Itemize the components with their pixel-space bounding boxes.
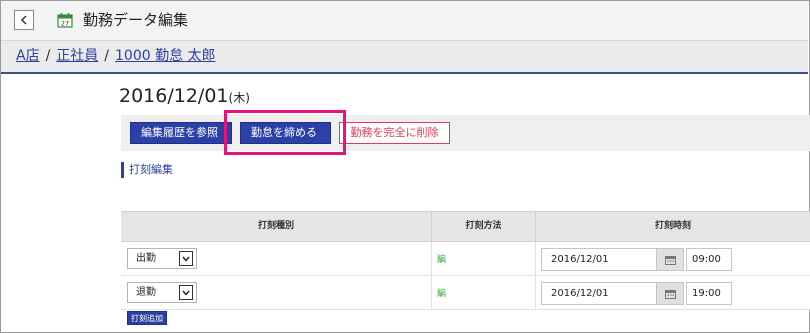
breadcrumb-separator: / xyxy=(104,48,110,64)
chevron-down-icon[interactable] xyxy=(179,251,193,266)
calendar-icon: 27 xyxy=(57,13,73,28)
column-divider xyxy=(535,276,536,309)
breadcrumb-separator: / xyxy=(45,48,51,64)
column-header-type: 打刻種別 xyxy=(121,212,432,241)
column-divider xyxy=(535,242,536,275)
app-header: 27 勤務データ編集 xyxy=(1,1,808,41)
stamp-time-input[interactable]: 19:00 xyxy=(686,282,732,305)
page-title: 勤務データ編集 xyxy=(83,11,189,29)
close-attendance-button[interactable]: 勤怠を締める xyxy=(240,122,331,144)
action-bar: 編集履歴を参照 勤怠を締める 勤務を完全に削除 xyxy=(121,115,810,151)
calendar-day: 27 xyxy=(61,19,69,27)
view-history-button[interactable]: 編集履歴を参照 xyxy=(130,122,232,144)
stamp-time-input[interactable]: 09:00 xyxy=(686,248,732,271)
stamp-type-value: 退勤 xyxy=(136,287,156,298)
chevron-left-icon xyxy=(20,15,27,25)
table-header: 打刻種別 打刻方法 打刻時刻 xyxy=(121,211,810,242)
work-day-of-week: (木) xyxy=(228,91,250,105)
stamp-method-value: 編 xyxy=(437,289,447,299)
stamp-type-select[interactable]: 出勤 xyxy=(127,248,197,269)
column-divider xyxy=(431,242,432,275)
breadcrumb-employment-type-link[interactable]: 正社員 xyxy=(56,48,98,64)
breadcrumb: A店 / 正社員 / 1000 勤怠 太郎 xyxy=(1,41,808,74)
column-header-method: 打刻方法 xyxy=(432,212,536,241)
table-row: 出勤 編 2016/12/01 09:00 xyxy=(121,242,810,276)
add-stamp-button[interactable]: 打刻追加 xyxy=(127,311,167,325)
work-date: 2016/12/01 xyxy=(119,85,229,107)
breadcrumb-employee-link[interactable]: 1000 勤怠 太郎 xyxy=(115,48,216,64)
breadcrumb-store-link[interactable]: A店 xyxy=(16,48,40,64)
section-title: 打刻編集 xyxy=(121,162,173,178)
back-button[interactable] xyxy=(14,10,34,30)
work-date-title: 2016/12/01(木) xyxy=(119,85,250,107)
calendar-picker-button[interactable] xyxy=(656,248,684,271)
stamp-type-value: 出勤 xyxy=(136,253,156,264)
column-divider xyxy=(431,276,432,309)
chevron-down-icon[interactable] xyxy=(179,285,193,300)
stamp-method-value: 編 xyxy=(437,255,447,265)
column-header-time: 打刻時刻 xyxy=(654,221,691,231)
calendar-picker-button[interactable] xyxy=(656,282,684,305)
calendar-icon xyxy=(664,289,676,299)
calendar-icon xyxy=(664,255,676,265)
delete-work-button[interactable]: 勤務を完全に削除 xyxy=(339,122,450,144)
stamp-type-select[interactable]: 退勤 xyxy=(127,282,197,303)
table-row: 退勤 編 2016/12/01 19:00 xyxy=(121,276,810,310)
